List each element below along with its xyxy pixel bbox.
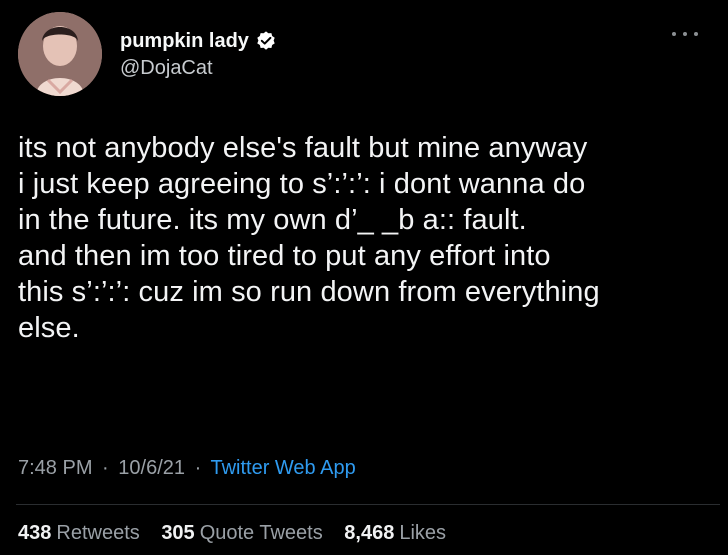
tweet: pumpkin lady @DojaCat its not anybody el… [0, 0, 728, 555]
tweet-time[interactable]: 7:48 PM [18, 457, 92, 479]
retweets-stat[interactable]: 438 Retweets [18, 521, 140, 545]
more-options-icon[interactable] [672, 28, 698, 40]
more-dot [672, 32, 676, 36]
tweet-meta: 7:48 PM · 10/6/21 · Twitter Web App [18, 456, 356, 480]
tweet-text: its not anybody else's fault but mine an… [18, 130, 708, 346]
display-name[interactable]: pumpkin lady [120, 28, 249, 54]
likes-label: Likes [399, 522, 447, 544]
verified-badge-icon [255, 30, 277, 52]
user-handle[interactable]: @DojaCat [120, 55, 600, 81]
quote-tweets-label: Quote Tweets [199, 522, 323, 544]
likes-stat[interactable]: 8,468 Likes [344, 521, 446, 545]
quote-tweets-stat[interactable]: 305 Quote Tweets [161, 521, 322, 545]
more-dot [683, 32, 687, 36]
author-names: pumpkin lady @DojaCat [120, 28, 600, 81]
quote-tweets-count: 305 [161, 522, 195, 544]
more-dot [694, 32, 698, 36]
tweet-source-link[interactable]: Twitter Web App [210, 457, 355, 479]
tweet-text-line: and then im too tired to put any effort … [18, 240, 551, 272]
retweets-label: Retweets [56, 522, 140, 544]
tweet-text-line: else. [18, 312, 80, 344]
tweet-date[interactable]: 10/6/21 [118, 457, 185, 479]
avatar-image [18, 12, 102, 96]
tweet-stats: 438 Retweets 305 Quote Tweets 8,468 Likes [18, 521, 462, 545]
tweet-text-line: this s’:’:’: cuz im so run down from eve… [18, 276, 600, 308]
avatar[interactable] [18, 12, 102, 96]
divider [16, 504, 720, 505]
tweet-text-line: its not anybody else's fault but mine an… [18, 132, 588, 164]
retweets-count: 438 [18, 522, 52, 544]
tweet-text-line: in the future. its my own d’_ _b a:: fau… [18, 204, 527, 236]
meta-separator: · [194, 457, 202, 479]
tweet-header: pumpkin lady @DojaCat [16, 10, 712, 100]
likes-count: 8,468 [344, 522, 395, 544]
display-name-row: pumpkin lady [120, 28, 600, 54]
tweet-text-line: i just keep agreeing to s’:’:’: i dont w… [18, 168, 586, 200]
meta-separator: · [102, 457, 109, 479]
